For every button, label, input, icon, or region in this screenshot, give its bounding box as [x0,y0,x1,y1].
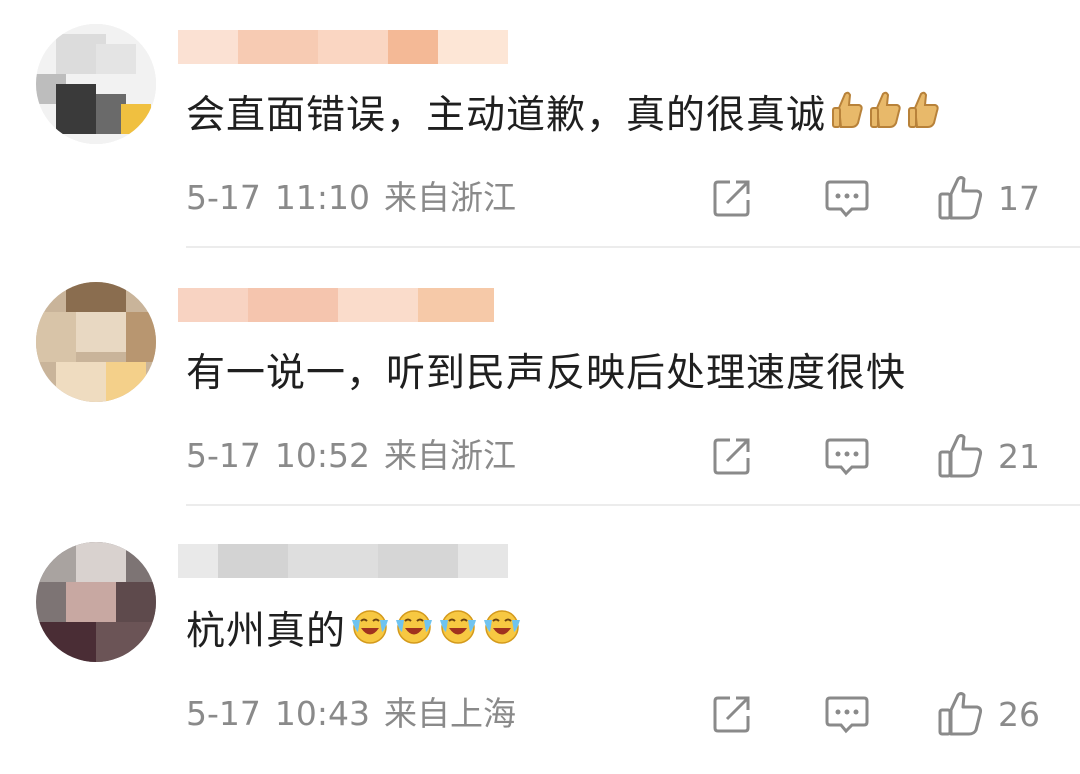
crying-laughing-icon [350,606,390,662]
comment-icon [825,696,869,734]
comment-date: 5-17 [186,178,261,217]
avatar[interactable] [36,282,156,402]
like-icon [938,176,983,220]
crying-laughing-icon [394,606,434,662]
share-icon [713,696,750,733]
thumbs-up-icon [906,90,940,146]
comment-date: 5-17 [186,694,261,733]
like-icon [938,692,983,736]
comment-item: 会直面错误，主动道歉，真的很真诚 5-17 11:10 来自浙江 17 [0,0,1080,258]
comment-location: 来自浙江 [384,436,517,475]
comment-item: 杭州真的 5-17 10:43 来自上海 26 [0,516,1080,774]
username-blurred[interactable] [178,30,508,64]
comment-icon [825,438,869,476]
comment-location: 来自浙江 [384,178,517,217]
like-count: 17 [998,178,1040,218]
like-count: 26 [998,694,1040,734]
share-icon [713,438,750,475]
comment-meta: 5-17 10:52 来自浙江 [186,430,530,482]
username-blurred[interactable] [178,544,508,578]
thumbs-up-icon [868,90,902,146]
comment-item: 有一说一，听到民声反映后处理速度很快 5-17 10:52 来自浙江 21 [0,258,1080,516]
share-button[interactable] [710,170,754,226]
avatar[interactable] [36,542,156,662]
comment-location: 来自上海 [384,694,517,733]
like-count: 21 [998,436,1040,476]
like-button[interactable]: 17 [936,170,1040,226]
share-button[interactable] [710,428,754,484]
comment-time: 10:43 [274,694,371,733]
comment-meta: 5-17 10:43 来自上海 [186,688,530,740]
reply-button[interactable] [824,686,870,742]
comment-text: 有一说一，听到民声反映后处理速度很快 [186,351,907,396]
divider [186,246,1080,248]
reply-button[interactable] [824,428,870,484]
comment-time: 10:52 [274,436,371,475]
divider [186,504,1080,506]
thumbs-up-icon [830,90,864,146]
like-button[interactable]: 21 [936,428,1040,484]
crying-laughing-icon [482,606,522,662]
comment-meta: 5-17 11:10 来自浙江 [186,172,530,224]
comment-time: 11:10 [274,178,371,217]
like-button[interactable]: 26 [936,686,1040,742]
share-icon [713,180,750,217]
like-icon [938,434,983,478]
share-button[interactable] [710,686,754,742]
reply-button[interactable] [824,170,870,226]
username-blurred[interactable] [178,288,508,322]
crying-laughing-icon [438,606,478,662]
comment-text: 会直面错误，主动道歉，真的很真诚 [186,88,940,146]
comment-text: 杭州真的 [186,604,522,662]
comment-date: 5-17 [186,436,261,475]
comment-icon [825,180,869,218]
avatar[interactable] [36,24,156,144]
